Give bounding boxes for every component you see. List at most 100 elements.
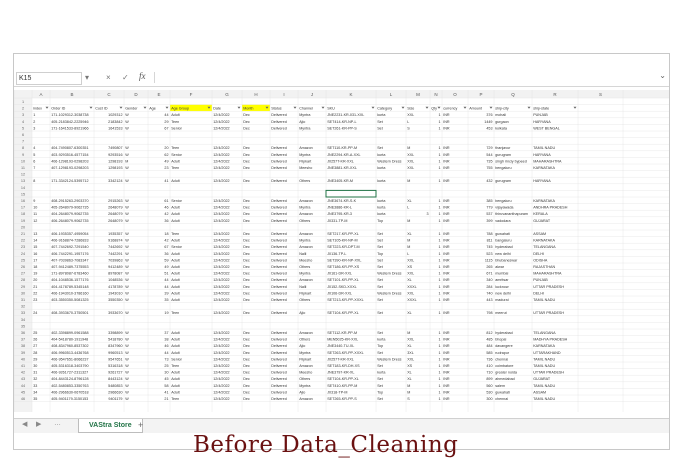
cell-text[interactable]: M — [407, 384, 410, 388]
cell-text[interactable]: SET105-KR-NP-M — [327, 239, 357, 243]
cell-text[interactable]: Set — [377, 298, 383, 302]
cell-text[interactable]: Teen — [171, 146, 179, 150]
cell-text[interactable]: 51 — [164, 272, 168, 276]
cell-text[interactable]: Adult — [171, 291, 179, 295]
cell-text[interactable]: 736 — [486, 357, 492, 361]
cell-text[interactable]: INR — [443, 357, 450, 361]
row-number[interactable]: 30 — [21, 291, 25, 295]
cell-text[interactable]: HARYANA — [533, 153, 551, 157]
cell-text[interactable]: davangere — [495, 344, 512, 348]
filter-dropdown-icon[interactable] — [401, 106, 405, 109]
cell-text[interactable]: 403-9293516-4577154 — [51, 153, 88, 157]
cell-text[interactable]: 8443124 — [108, 377, 122, 381]
expand-icon[interactable]: ⌄ — [659, 71, 666, 80]
filter-dropdown-icon[interactable] — [45, 106, 49, 109]
cell-text[interactable]: Delivered — [271, 239, 287, 243]
cell-text[interactable]: W — [125, 338, 129, 342]
cell-text[interactable]: SET265-KR-PP-S — [327, 397, 357, 401]
cell-text[interactable]: 1 — [438, 206, 440, 210]
cell-text[interactable]: INR — [443, 146, 450, 150]
cell-text[interactable]: Set — [377, 364, 383, 368]
cell-text[interactable]: 3342124 — [108, 179, 122, 183]
cell-text[interactable]: Dec — [243, 357, 250, 361]
cell-text[interactable]: Delivered — [271, 179, 287, 183]
cell-text[interactable]: W — [125, 245, 129, 249]
cell-text[interactable]: 3 — [33, 126, 35, 130]
cell-text[interactable]: 171-8978087-6783460 — [51, 272, 88, 276]
column-letter[interactable]: K — [349, 92, 352, 97]
cell-text[interactable]: INR — [443, 120, 450, 124]
cell-text[interactable]: Delivered — [271, 377, 287, 381]
cell-text[interactable]: Others — [299, 179, 310, 183]
row-number[interactable]: 11 — [21, 166, 25, 170]
cell-text[interactable]: Myntra — [299, 272, 311, 276]
cell-text[interactable]: Dec — [243, 285, 250, 289]
cell-text[interactable]: 406-9960513-4436768 — [51, 351, 88, 355]
filter-dropdown-icon[interactable] — [489, 106, 493, 109]
cell-text[interactable]: bhubaneswar — [495, 258, 518, 262]
cell-text[interactable]: Others — [299, 377, 310, 381]
cell-text[interactable]: Adult — [171, 390, 179, 394]
cell-text[interactable]: 3933670 — [108, 311, 122, 315]
cell-text[interactable]: DELHI — [533, 291, 544, 295]
cell-text[interactable]: SET101-KR-PP-XL — [327, 278, 359, 282]
cell-text[interactable]: Adult — [171, 113, 179, 117]
row-number[interactable]: 35 — [21, 324, 25, 328]
row-number[interactable]: 3 — [22, 113, 24, 117]
cell-text[interactable]: 3550350 — [108, 298, 122, 302]
cell-text[interactable]: Others — [299, 338, 310, 342]
cancel-icon[interactable]: × — [106, 72, 111, 84]
cell-text[interactable]: 18 — [33, 265, 37, 269]
filter-dropdown-icon[interactable] — [293, 106, 297, 109]
row-number[interactable]: 42 — [21, 371, 25, 375]
cell-text[interactable]: W — [125, 364, 129, 368]
row-number[interactable]: 16 — [21, 199, 25, 203]
cell-text[interactable]: 49 — [164, 265, 168, 269]
cell-text[interactable]: 36 — [164, 219, 168, 223]
cell-text[interactable]: 14 — [33, 239, 37, 243]
filter-dropdown-icon[interactable] — [119, 106, 123, 109]
row-number[interactable]: 8 — [22, 146, 24, 150]
cell-text[interactable]: 45 — [164, 377, 168, 381]
cell-text[interactable]: 1 — [438, 212, 440, 216]
cell-text[interactable]: 1 — [438, 153, 440, 157]
cell-text[interactable]: 12/4/2022 — [213, 159, 229, 163]
cell-text[interactable]: 530 — [486, 390, 492, 394]
cell-text[interactable]: 7 — [33, 166, 35, 170]
cell-text[interactable]: 406-1943010-3786160 — [51, 291, 88, 295]
cell-text[interactable]: SET183-KR-DH-XS — [327, 364, 360, 368]
cell-text[interactable]: XL — [407, 377, 412, 381]
cell-text[interactable]: INR — [443, 206, 450, 210]
cell-text[interactable]: 30 — [164, 371, 168, 375]
cell-text[interactable]: Delivered — [271, 397, 287, 401]
row-number[interactable]: 14 — [21, 186, 25, 190]
cell-text[interactable]: J0257T-KR-XXL — [327, 159, 354, 163]
row-number[interactable]: 23 — [21, 245, 25, 249]
cell-text[interactable]: 20 — [33, 278, 37, 282]
cell-text[interactable]: INR — [443, 113, 450, 117]
cell-text[interactable]: 33 — [33, 384, 37, 388]
column-letter[interactable]: B — [70, 92, 73, 97]
column-letter[interactable]: J — [311, 92, 313, 97]
filter-dropdown-icon[interactable] — [89, 106, 93, 109]
cell-text[interactable]: 12/4/2022 — [213, 384, 229, 388]
cell-text[interactable]: 585 — [486, 351, 492, 355]
cell-text[interactable]: TAMIL NADU — [533, 146, 555, 150]
filter-dropdown-icon[interactable] — [463, 106, 467, 109]
cell-text[interactable]: INR — [443, 377, 450, 381]
cell-text[interactable]: new delhi — [495, 291, 511, 295]
column-letter[interactable]: A — [39, 92, 42, 97]
row-number[interactable]: 31 — [21, 298, 25, 302]
cell-text[interactable]: Channel — [299, 107, 313, 111]
cell-text[interactable]: W — [125, 291, 129, 295]
cell-text[interactable]: W — [125, 265, 129, 269]
cell-text[interactable]: Ajio — [299, 344, 305, 348]
cell-text[interactable]: Dec — [243, 113, 250, 117]
cell-text[interactable]: W — [125, 179, 129, 183]
cell-text[interactable]: SET104-KR-PP-XL — [327, 311, 359, 315]
cell-text[interactable]: 407-9412489-7375553 — [51, 265, 88, 269]
cell-text[interactable]: 406-9261727-2311327 — [51, 371, 88, 375]
cell-text[interactable]: JNE3440-TU-XL — [327, 344, 354, 348]
cell-text[interactable]: 12/4/2022 — [213, 245, 229, 249]
cell-text[interactable]: W — [125, 371, 129, 375]
